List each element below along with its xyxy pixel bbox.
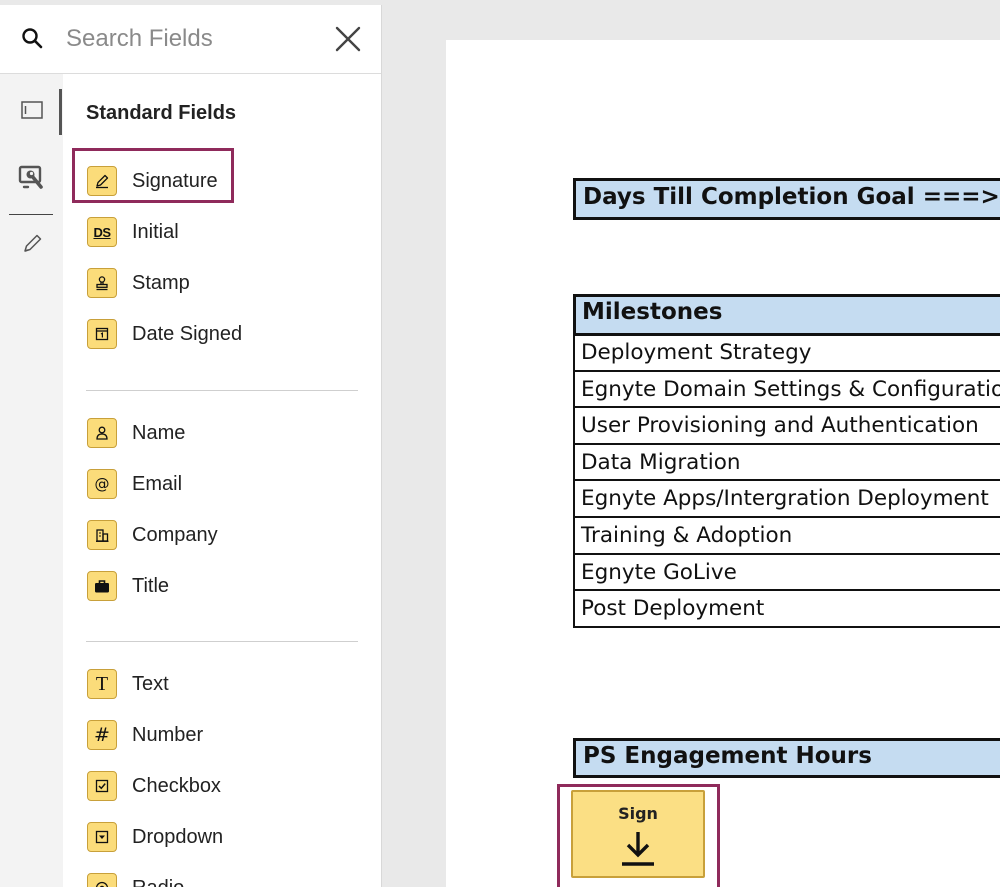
calendar-icon: [87, 319, 117, 349]
field-title[interactable]: Title: [84, 567, 344, 605]
table-row: User Provisioning and Authentication: [573, 408, 1000, 445]
field-label: Checkbox: [132, 774, 221, 797]
hash-icon: #: [87, 720, 117, 750]
building-icon: [87, 520, 117, 550]
download-arrow-icon: [622, 832, 654, 866]
signature-highlight: [72, 148, 234, 203]
wrench-screen-icon: [18, 165, 43, 189]
text-icon: T: [87, 669, 117, 699]
field-dropdown[interactable]: Dropdown: [84, 818, 344, 856]
at-icon: @: [87, 469, 117, 499]
dropdown-icon: [87, 822, 117, 852]
section-divider: [86, 390, 358, 391]
goal-label: Days Till Completion Goal ===>: [583, 184, 1000, 210]
table-row: Deployment Strategy: [573, 335, 1000, 372]
field-label: Name: [132, 421, 186, 444]
field-label: Date Signed: [132, 322, 243, 345]
edit-tab[interactable]: [0, 220, 63, 268]
person-icon: [87, 418, 117, 448]
milestones-table: Deployment Strategy Egnyte Domain Settin…: [573, 335, 1000, 628]
tools-tab[interactable]: [0, 154, 63, 202]
milestones-header: Milestones: [573, 294, 1000, 336]
fields-tab[interactable]: [0, 86, 63, 134]
field-text[interactable]: T Text: [84, 665, 344, 703]
field-date-signed[interactable]: Date Signed: [84, 315, 344, 353]
ps-hours-label: PS Engagement Hours: [583, 743, 872, 769]
field-email[interactable]: @ Email: [84, 465, 344, 503]
sign-field[interactable]: Sign: [571, 790, 705, 878]
pencil-icon: [23, 234, 41, 252]
table-row: Post Deployment: [573, 591, 1000, 628]
briefcase-icon: [87, 571, 117, 601]
search-input[interactable]: [66, 23, 316, 55]
field-label: Initial: [132, 220, 179, 243]
active-tab-indicator: [59, 89, 62, 135]
table-row: Data Migration: [573, 444, 1000, 482]
field-label: Email: [132, 472, 183, 495]
close-icon[interactable]: [334, 25, 362, 53]
ps-hours-row: PS Engagement Hours: [573, 738, 1000, 778]
field-label: Number: [132, 723, 204, 746]
checkbox-icon: [87, 771, 117, 801]
field-radio[interactable]: Radio: [84, 869, 344, 887]
field-label: Radio: [132, 877, 184, 887]
field-number[interactable]: # Number: [84, 716, 344, 754]
search-icon: [22, 28, 43, 49]
section-divider: [86, 641, 358, 642]
panel-rail: [0, 74, 63, 887]
goal-row: Days Till Completion Goal ===>: [573, 178, 1000, 220]
sign-field-label: Sign: [618, 804, 658, 823]
field-company[interactable]: Company: [84, 516, 344, 554]
ds-icon: DS: [87, 217, 117, 247]
milestones-title: Milestones: [582, 299, 723, 325]
table-row: Egnyte Domain Settings & Configuration: [573, 371, 1000, 409]
field-label: Title: [132, 574, 170, 597]
field-label: Company: [132, 523, 218, 546]
table-row: Egnyte GoLive: [573, 554, 1000, 592]
field-stamp[interactable]: Stamp: [84, 264, 344, 302]
field-label: Text: [132, 672, 169, 695]
field-label: Dropdown: [132, 825, 224, 848]
stamp-icon: [87, 268, 117, 298]
field-checkbox[interactable]: Checkbox: [84, 767, 344, 805]
table-row: Egnyte Apps/Intergration Deployment: [573, 481, 1000, 518]
field-initial[interactable]: DS Initial: [84, 213, 344, 251]
field-name[interactable]: Name: [84, 414, 344, 452]
field-label: Stamp: [132, 271, 190, 294]
search-bar: [0, 5, 381, 74]
table-row: Training & Adoption: [573, 517, 1000, 555]
rail-divider: [9, 214, 53, 215]
section-title: Standard Fields: [86, 102, 237, 124]
fields-panel: Standard Fields Signature DS Initial Sta…: [0, 5, 382, 887]
panel-icon: [20, 101, 43, 119]
radio-icon: [87, 873, 117, 887]
